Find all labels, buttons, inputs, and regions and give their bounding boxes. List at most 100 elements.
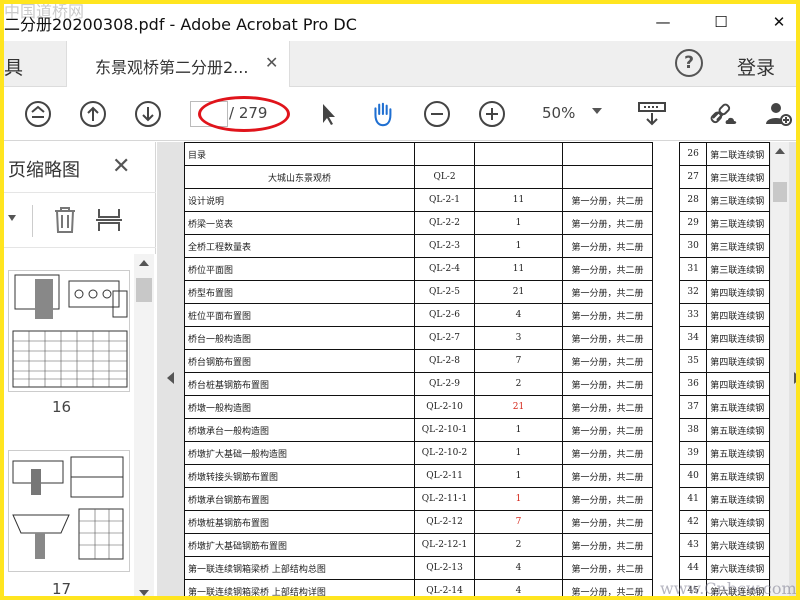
table-row: 第一联连续钢箱梁桥 上部结构总图 QL-2-13 4 第一分册，共二册 xyxy=(184,556,653,580)
drawing-title-cell: 桥墩扩大基础钢筋布置图 xyxy=(184,533,415,557)
tab-close-icon[interactable]: ✕ xyxy=(265,53,278,72)
index-table: 目录 大城山东景观桥 QL-2 设计说明 QL-2-1 11 第一分册，共二册 桥梁一览表 QL… xyxy=(184,142,653,596)
sheet-count-cell: 1 xyxy=(474,211,563,235)
sequence-number-cell: 32 xyxy=(678,280,708,304)
scroll-up-icon[interactable] xyxy=(775,148,785,154)
options-dropdown-icon[interactable] xyxy=(8,215,16,221)
sheet-count-cell: 11 xyxy=(474,188,563,212)
volume-note-cell: 第一分册，共二册 xyxy=(562,418,653,442)
collapse-left-icon[interactable] xyxy=(167,372,174,384)
sequence-number-cell: 31 xyxy=(678,257,708,281)
volume-note-cell xyxy=(562,142,653,166)
table-row: 桥墩桩基钢筋布置图 QL-2-12 7 第一分册，共二册 xyxy=(184,510,653,534)
table-row: 桥墩扩大基础钢筋布置图 QL-2-12-1 2 第一分册，共二册 xyxy=(184,533,653,557)
sequence-number-cell: 37 xyxy=(678,395,708,419)
tab-document[interactable]: 东景观桥第二分册2... ✕ xyxy=(66,41,290,87)
drawing-title-cell: 桥墩承台钢筋布置图 xyxy=(184,487,415,511)
volume-note-cell: 第一分册，共二册 xyxy=(562,510,653,534)
delete-page-icon[interactable] xyxy=(52,205,78,239)
sequence-number-cell: 40 xyxy=(678,464,708,488)
watermark-top: 中国道桥网 xyxy=(4,2,85,21)
zoom-dropdown-icon[interactable] xyxy=(592,108,602,114)
sheet-count-cell: 1 xyxy=(474,234,563,258)
panel-close-icon[interactable]: ✕ xyxy=(112,154,130,179)
volume-note-cell: 第一分册，共二册 xyxy=(562,211,653,235)
thumbnail-page-number: 16 xyxy=(52,398,72,416)
collapse-right-icon[interactable] xyxy=(794,372,796,384)
zoom-out-icon[interactable] xyxy=(423,100,451,128)
sheet-count-cell: 21 xyxy=(474,280,563,304)
help-icon[interactable]: ? xyxy=(675,49,703,77)
close-window-button[interactable]: ✕ xyxy=(756,4,796,40)
sequence-number-cell: 43 xyxy=(678,533,708,557)
drawing-title-cell: 桥墩一般构造图 xyxy=(184,395,415,419)
minimize-button[interactable]: — xyxy=(640,4,686,40)
first-page-icon[interactable] xyxy=(24,100,52,128)
drawing-title-cell: 第三联连续钢 xyxy=(706,188,770,212)
scrollbar-thumb[interactable] xyxy=(136,278,152,302)
sheet-count-cell: 7 xyxy=(474,349,563,373)
maximize-button[interactable]: ☐ xyxy=(698,4,744,40)
table-row: 桥台一般构造图 QL-2-7 3 第一分册，共二册 xyxy=(184,326,653,350)
thumbnail-page-number: 17 xyxy=(52,580,72,598)
drawing-title-cell: 桥台钢筋布置图 xyxy=(184,349,415,373)
drawing-code-cell: QL-2-11-1 xyxy=(414,487,475,511)
volume-note-cell: 第一分册，共二册 xyxy=(562,372,653,396)
volume-note-cell: 第一分册，共二册 xyxy=(562,395,653,419)
page-thumbnail[interactable] xyxy=(8,450,130,572)
drawing-title-cell: 目录 xyxy=(184,142,415,166)
acrobat-window: 二分册20200308.pdf - Adobe Acrobat Pro DC —… xyxy=(0,0,800,600)
drawing-title-cell: 桥墩桩基钢筋布置图 xyxy=(184,510,415,534)
drawing-code-cell: QL-2-12-1 xyxy=(414,533,475,557)
table-row: 29 第三联连续钢 xyxy=(678,211,770,235)
zoom-in-icon[interactable] xyxy=(478,100,506,128)
scrollbar-thumb[interactable] xyxy=(773,182,787,202)
scroll-up-icon[interactable] xyxy=(139,260,149,266)
login-button[interactable]: 登录 xyxy=(737,53,775,80)
toolbar: / 279 50% xyxy=(4,88,796,141)
add-user-icon[interactable] xyxy=(762,100,794,128)
table-row: 桥位平面图 QL-2-4 11 第一分册，共二册 xyxy=(184,257,653,281)
table-row: 30 第三联连续钢 xyxy=(678,234,770,258)
volume-note-cell xyxy=(562,165,653,189)
table-row: 37 第五联连续钢 xyxy=(678,395,770,419)
document-view[interactable]: 目录 大城山东景观桥 QL-2 设计说明 QL-2-1 11 第一分册，共二册 桥梁一览表 QL… xyxy=(157,142,796,596)
table-row: 40 第五联连续钢 xyxy=(678,464,770,488)
hand-tool-icon[interactable] xyxy=(368,100,396,128)
zoom-level[interactable]: 50% xyxy=(542,104,575,122)
sequence-number-cell: 38 xyxy=(678,418,708,442)
keyboard-scroll-icon[interactable] xyxy=(636,100,668,128)
drawing-title-cell: 第四联连续钢 xyxy=(706,303,770,327)
sheet-count-cell: 1 xyxy=(474,418,563,442)
drawing-title-cell: 第六联连续钢 xyxy=(706,510,770,534)
extract-page-icon[interactable] xyxy=(96,205,122,239)
drawing-code-cell: QL-2 xyxy=(414,165,475,189)
drawing-title-cell: 第五联连续钢 xyxy=(706,418,770,442)
table-row: 全桥工程数量表 QL-2-3 1 第一分册，共二册 xyxy=(184,234,653,258)
table-row: 桥台钢筋布置图 QL-2-8 7 第一分册，共二册 xyxy=(184,349,653,373)
sheet-count-cell: 4 xyxy=(474,303,563,327)
table-row: 28 第三联连续钢 xyxy=(678,188,770,212)
thumbnail-scrollbar[interactable] xyxy=(134,254,154,596)
next-page-icon[interactable] xyxy=(134,100,162,128)
sheet-count-cell: 3 xyxy=(474,326,563,350)
share-link-icon[interactable] xyxy=(707,100,739,128)
sequence-number-cell: 26 xyxy=(678,142,708,166)
drawing-title-cell: 第三联连续钢 xyxy=(706,211,770,235)
sequence-number-cell: 36 xyxy=(678,372,708,396)
sequence-number-cell: 27 xyxy=(678,165,708,189)
sequence-number-cell: 33 xyxy=(678,303,708,327)
panel-title: 页缩略图 xyxy=(8,160,80,181)
drawing-code-cell: QL-2-10-1 xyxy=(414,418,475,442)
drawing-title-cell: 第五联连续钢 xyxy=(706,395,770,419)
tab-tools[interactable]: 具 xyxy=(4,41,64,87)
table-row: 32 第四联连续钢 xyxy=(678,280,770,304)
tab-bar: 具 东景观桥第二分册2... ✕ ? 登录 xyxy=(4,41,796,87)
drawing-code-cell: QL-2-7 xyxy=(414,326,475,350)
page-thumbnail[interactable] xyxy=(8,270,130,392)
thumbnail-panel: 页缩略图 ✕ 16 17 xyxy=(4,142,156,598)
scroll-down-icon[interactable] xyxy=(139,590,149,596)
select-cursor-icon[interactable] xyxy=(314,100,342,128)
previous-page-icon[interactable] xyxy=(79,100,107,128)
document-scrollbar[interactable] xyxy=(771,142,789,596)
